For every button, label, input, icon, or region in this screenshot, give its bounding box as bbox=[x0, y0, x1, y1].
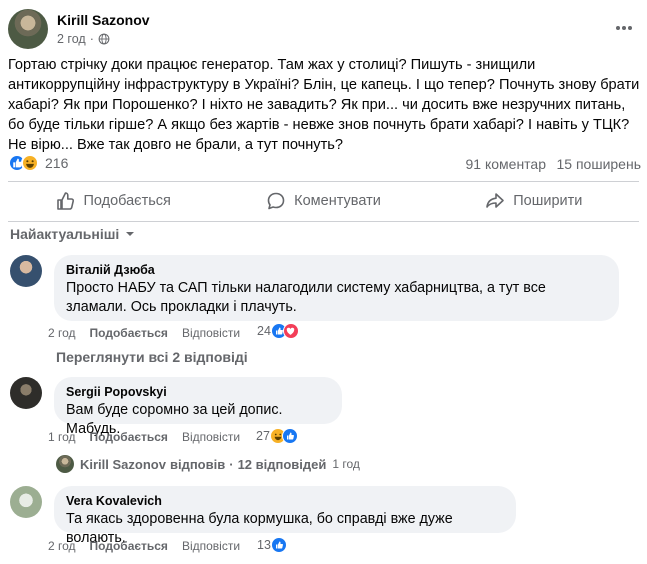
share-button[interactable]: Поширити bbox=[429, 184, 639, 218]
comment-reply-link[interactable]: Відповісти bbox=[182, 430, 240, 444]
comment-reply-link[interactable]: Відповісти bbox=[182, 539, 240, 553]
share-label: Поширити bbox=[513, 193, 583, 209]
commenter-name[interactable]: Віталій Дзюба bbox=[66, 263, 607, 277]
comment-label: Коментувати bbox=[294, 193, 381, 209]
like-reaction-icon bbox=[281, 428, 298, 444]
comment-footer: 1 год Подобається Відповісти bbox=[48, 430, 254, 444]
comment-reaction-count: 27 bbox=[256, 429, 270, 443]
comment-bubble: Sergii Popovskyi Вам буде соромно за цей… bbox=[54, 377, 342, 437]
comment-bubble: Vera Kovalevich Та якась здоровенна була… bbox=[54, 486, 516, 546]
post-text: Гортаю стрічку доки працює генератор. Та… bbox=[8, 57, 640, 153]
comment-reaction-count: 13 bbox=[257, 538, 271, 552]
comment-time[interactable]: 2 год bbox=[48, 539, 76, 553]
divider bbox=[8, 221, 639, 222]
comment-like-link[interactable]: Подобається bbox=[90, 539, 168, 553]
divider bbox=[8, 181, 639, 182]
like-button[interactable]: Подобається bbox=[8, 184, 218, 218]
comment-footer: 2 год Подобається Відповісти bbox=[48, 539, 254, 553]
comment-icon bbox=[267, 192, 285, 210]
reactions-summary[interactable]: 216 bbox=[8, 154, 68, 172]
comment-reply-link[interactable]: Відповісти bbox=[182, 326, 240, 340]
comments-count[interactable]: 91 коментар bbox=[466, 156, 547, 172]
comment-bubble: Віталій Дзюба Просто НАБУ та САП тільки … bbox=[54, 255, 619, 321]
view-replies-link[interactable]: Переглянути всі 2 відповіді bbox=[56, 349, 248, 365]
thumbs-up-icon bbox=[57, 192, 75, 210]
commenter-avatar[interactable] bbox=[10, 486, 42, 518]
reply-verb: відповів bbox=[169, 456, 226, 472]
love-reaction-icon bbox=[282, 323, 299, 339]
comment-reactions[interactable]: 27 bbox=[256, 428, 298, 444]
post-meta: 2 год · bbox=[57, 32, 110, 46]
comment-reactions[interactable]: 13 bbox=[257, 537, 287, 553]
post-header: Kirill Sazonov 2 год · bbox=[8, 9, 639, 49]
reply-author-name: Kirill Sazonov bbox=[80, 456, 166, 472]
reaction-count: 216 bbox=[45, 155, 69, 171]
reply-author-avatar bbox=[56, 455, 74, 473]
commenter-avatar[interactable] bbox=[10, 255, 42, 287]
post-time[interactable]: 2 год bbox=[57, 32, 86, 46]
post-author-name[interactable]: Kirill Sazonov bbox=[57, 12, 150, 28]
comment-time[interactable]: 1 год bbox=[48, 430, 76, 444]
reply-count: 12 відповідей bbox=[237, 456, 327, 472]
reply-summary[interactable]: Kirill Sazonov відповів · 12 відповідей … bbox=[56, 455, 360, 473]
comment-reaction-count: 24 bbox=[257, 324, 271, 338]
comment-footer: 2 год Подобається Відповісти bbox=[48, 326, 254, 340]
haha-reaction-icon bbox=[21, 154, 39, 172]
commenter-avatar[interactable] bbox=[10, 377, 42, 409]
like-reaction-icon bbox=[270, 537, 287, 553]
reply-separator: · bbox=[229, 456, 234, 472]
comment-time[interactable]: 2 год bbox=[48, 326, 76, 340]
commenter-name[interactable]: Vera Kovalevich bbox=[66, 494, 504, 508]
comment-like-link[interactable]: Подобається bbox=[90, 326, 168, 340]
post-stats: 216 91 коментар 15 поширень bbox=[8, 154, 641, 176]
chevron-down-icon bbox=[126, 232, 135, 236]
shares-count[interactable]: 15 поширень bbox=[557, 156, 641, 172]
comment-text: Просто НАБУ та САП тільки налагодили сис… bbox=[66, 280, 546, 315]
commenter-name[interactable]: Sergii Popovskyi bbox=[66, 385, 330, 399]
comment-sort-dropdown[interactable]: Найактуальніші bbox=[10, 226, 136, 242]
comment-like-link[interactable]: Подобається bbox=[90, 430, 168, 444]
comment-reactions[interactable]: 24 bbox=[257, 323, 299, 339]
post-actions: Подобається Коментувати Поширити bbox=[8, 184, 639, 218]
like-label: Подобається bbox=[83, 193, 171, 209]
globe-icon bbox=[98, 33, 110, 45]
sort-label: Найактуальніші bbox=[10, 226, 120, 242]
author-avatar[interactable] bbox=[8, 9, 48, 49]
reply-time: 1 год bbox=[332, 457, 360, 471]
comment-button[interactable]: Коментувати bbox=[218, 184, 428, 218]
share-icon bbox=[486, 193, 505, 208]
more-options-icon[interactable] bbox=[613, 17, 635, 39]
